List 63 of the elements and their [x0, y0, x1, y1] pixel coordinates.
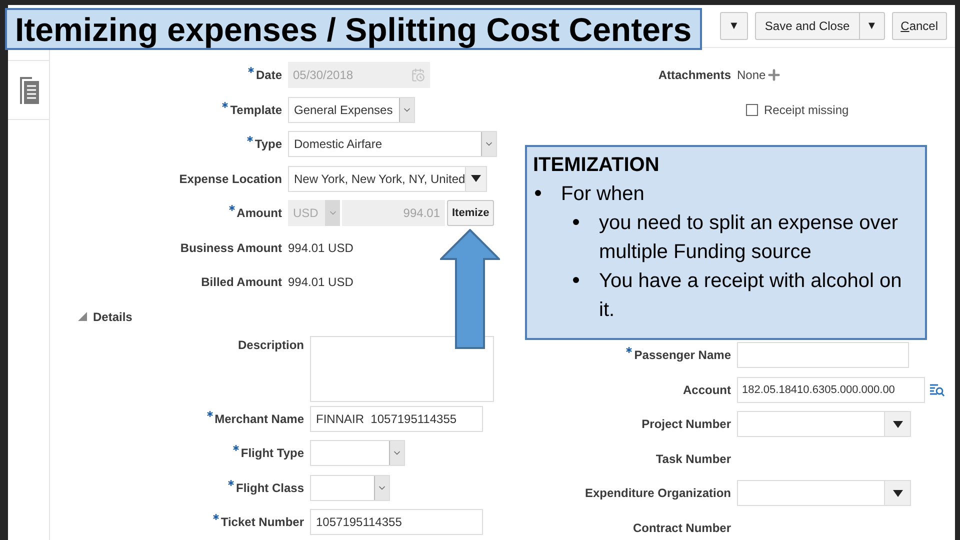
field-label: Date [256, 67, 282, 84]
save-and-close-button[interactable]: Save and Close [754, 12, 860, 40]
field-label: Billed Amount [201, 274, 282, 292]
field-label: Type [254, 136, 282, 154]
bullet-icon [535, 190, 541, 196]
select-field[interactable] [310, 474, 390, 501]
caret-icon [892, 420, 902, 428]
chevron-icon [325, 200, 340, 226]
field-label: Amount [236, 205, 282, 222]
bullet-icon [573, 219, 579, 225]
chevron-icon [481, 132, 496, 156]
menu-button[interactable]: ▼ [720, 12, 748, 40]
add-icon[interactable] [766, 67, 782, 84]
chevron-icon [399, 98, 414, 122]
chevron-icon [389, 441, 404, 466]
calendar-icon [411, 68, 425, 82]
menu-button[interactable]: ▼ [860, 12, 885, 40]
callout-title: ITEMIZATION [533, 153, 660, 178]
combo-field[interactable]: New York, New York, NY, United [288, 166, 487, 192]
field-label: Description [238, 336, 304, 354]
section-title: Details [93, 308, 132, 326]
cancel-button[interactable]: Cancel [892, 12, 947, 40]
text-field[interactable]: 182.05.18410.6305.000.000.00 [737, 376, 925, 403]
search-icon[interactable] [929, 382, 945, 397]
itemize-button[interactable]: Itemize [447, 200, 494, 226]
field-label: Merchant Name [214, 410, 304, 428]
field-label: Project Number [642, 416, 731, 434]
select-field[interactable] [310, 440, 405, 466]
slide-title-banner: Itemizing expenses / Splitting Cost Centers [5, 8, 702, 50]
field-label: Flight Class [236, 480, 304, 497]
select-field[interactable]: Domestic Airfare [288, 131, 497, 158]
field-label: Contract Number [632, 520, 731, 537]
caret-icon [471, 175, 482, 182]
select-field[interactable]: General Expenses [288, 96, 415, 123]
callout-text: you need to split an expense over multiple Funding source [599, 211, 900, 265]
text-field[interactable]: FINNAIR 1057195114355 [310, 406, 483, 432]
callout-text: You have a receipt with alcohol on it. [599, 269, 903, 323]
checkbox-label: Receipt missing [764, 102, 849, 119]
text-field[interactable]: 1057195114355 [310, 509, 483, 536]
field-value: 994.01 USD [288, 274, 354, 292]
combo-field[interactable] [737, 480, 911, 506]
field-label: Task Number [656, 450, 731, 468]
description-field[interactable] [310, 336, 494, 402]
caret-icon [892, 490, 902, 497]
field-value: None [737, 67, 766, 84]
checkbox[interactable] [746, 104, 758, 116]
field-label: Attachments [658, 67, 731, 84]
field-label: Account [683, 382, 731, 399]
field-label: Flight Type [240, 445, 304, 462]
combo-field[interactable] [737, 411, 911, 438]
chevron-icon [374, 476, 389, 500]
field-label: Expense Location [179, 170, 282, 188]
field-label: Business Amount [180, 240, 282, 257]
field-label: Expenditure Organization [584, 485, 731, 502]
field-label: Template [230, 102, 282, 119]
bullet-icon [573, 277, 579, 283]
text-field[interactable] [737, 342, 909, 368]
callout-text: For when [561, 182, 644, 207]
expanded-icon[interactable] [78, 312, 87, 321]
field-label: Passenger Name [634, 347, 731, 364]
document-icon[interactable] [18, 76, 38, 104]
field-label: Ticket Number [220, 514, 304, 532]
field-value: 994.01 USD [288, 240, 354, 257]
